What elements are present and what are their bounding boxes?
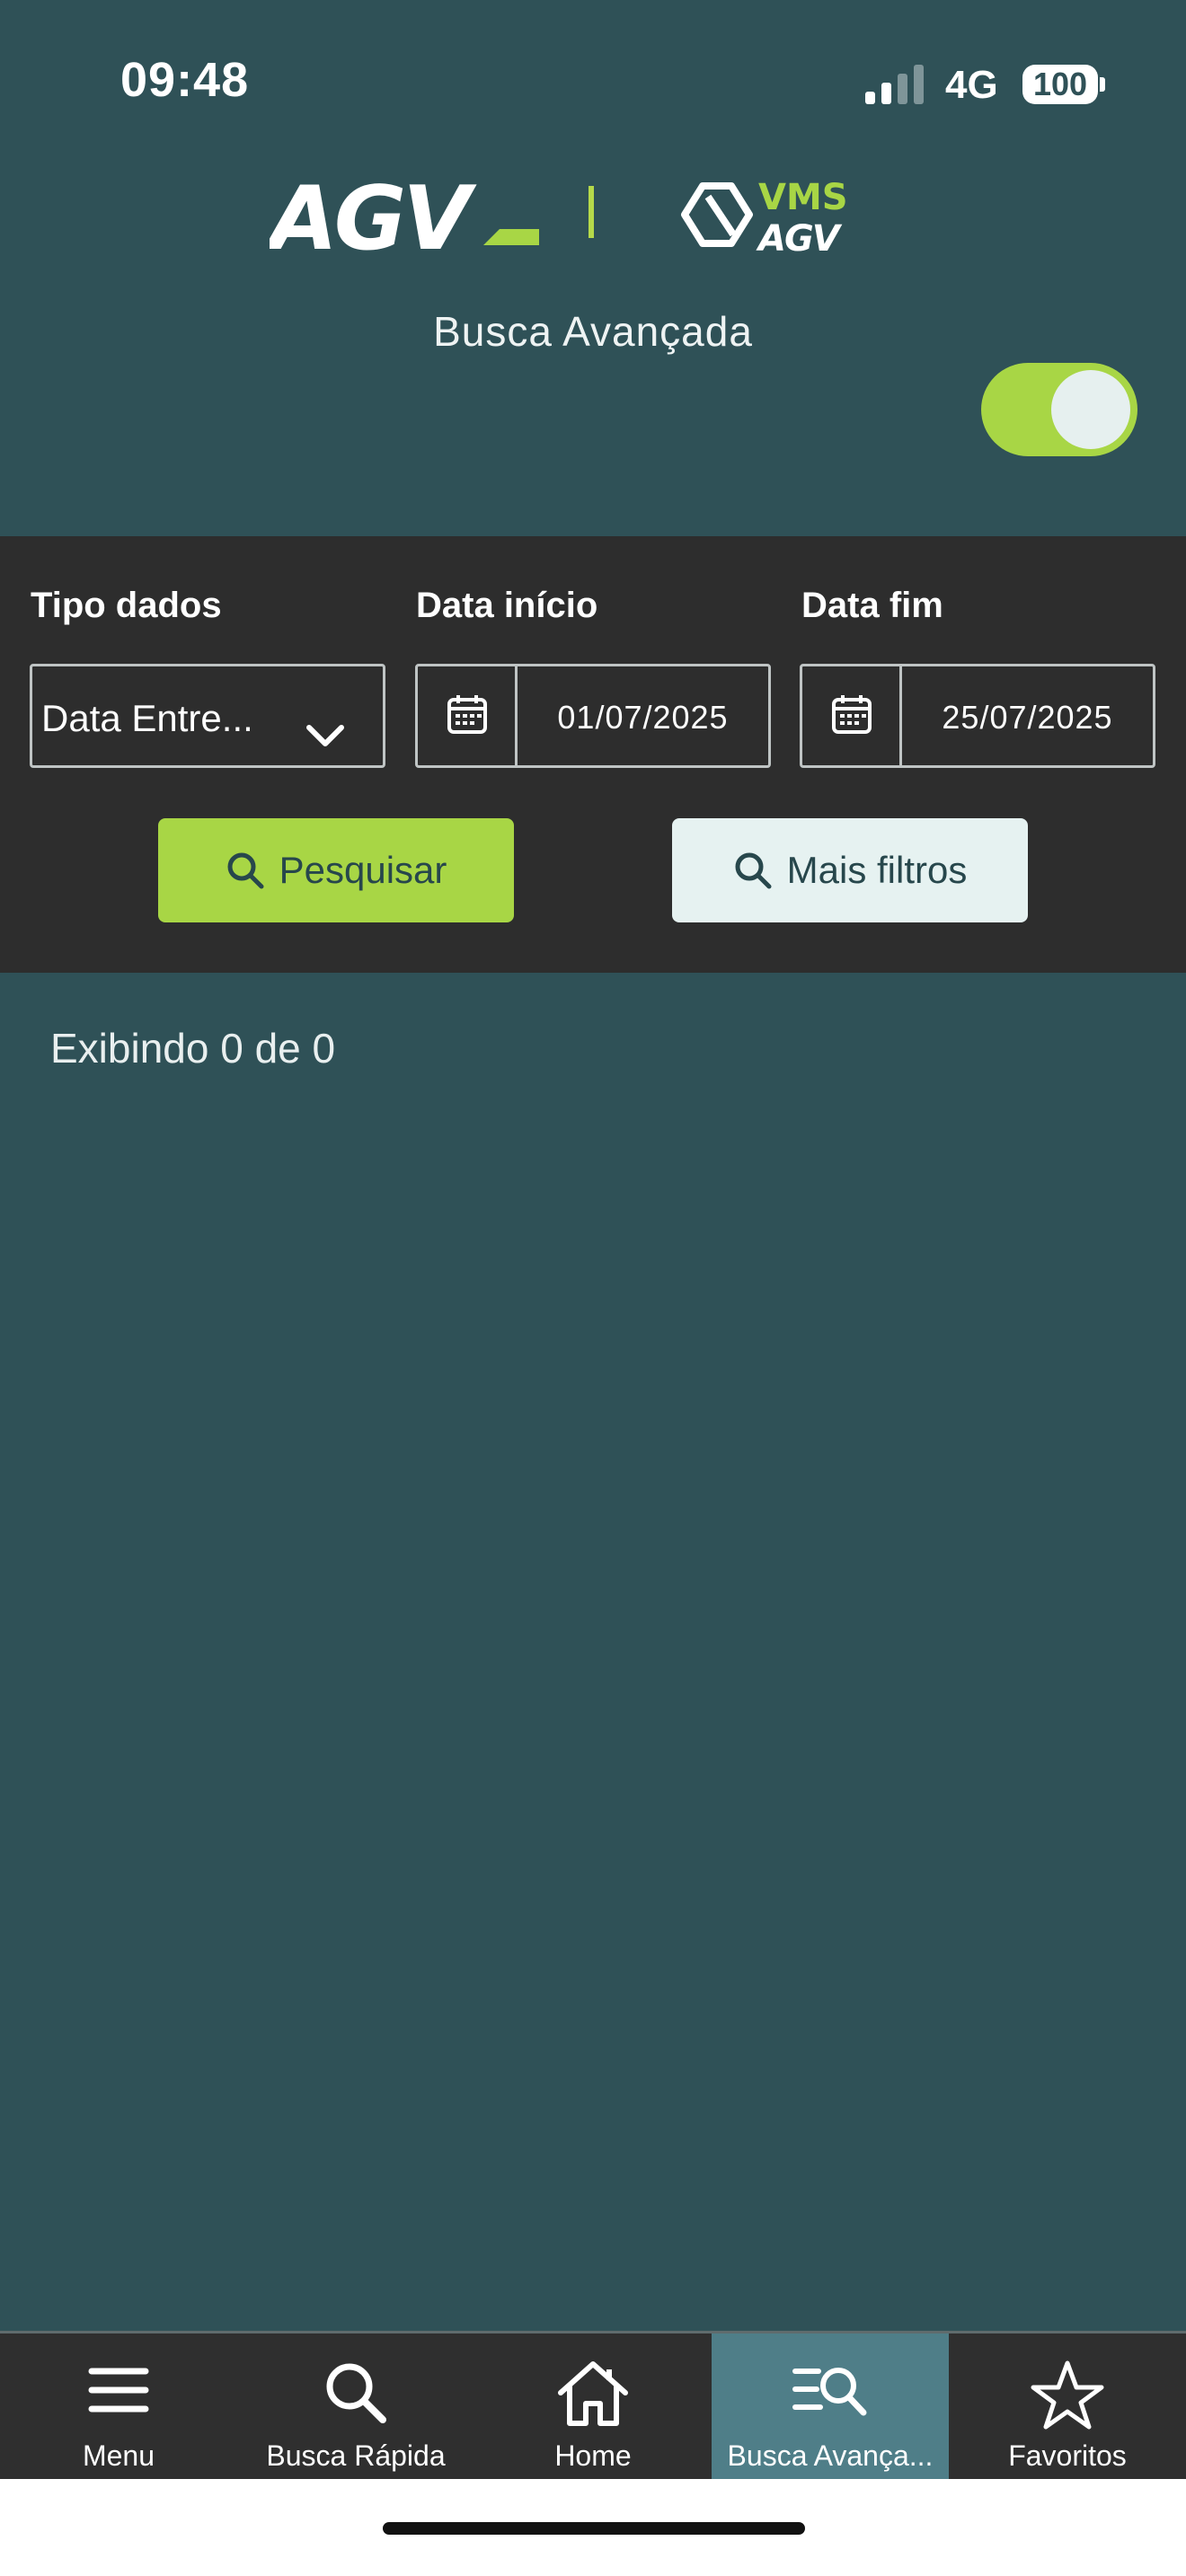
chevron-down-icon bbox=[306, 725, 344, 746]
data-type-value: Data Entre... bbox=[41, 697, 253, 739]
nav-item-home[interactable]: Home bbox=[474, 2333, 712, 2479]
vms-agv-logo: VMS AGV bbox=[676, 170, 882, 264]
type-label: Tipo dados bbox=[31, 586, 222, 625]
start-date-calendar-button[interactable] bbox=[418, 666, 518, 765]
hamburger-icon bbox=[88, 2368, 149, 2413]
nav-item-advanced-search[interactable]: Busca Avança... bbox=[712, 2333, 949, 2479]
search-button-label: Pesquisar bbox=[279, 849, 447, 891]
status-bar: 09:48 4G 100 bbox=[0, 0, 1186, 153]
end-date-field[interactable]: 25/07/2025 bbox=[800, 664, 1155, 768]
battery-icon: 100 bbox=[1022, 65, 1098, 104]
nav-item-menu[interactable]: Menu bbox=[0, 2333, 237, 2479]
home-indicator-area bbox=[0, 2479, 1186, 2576]
more-filters-button-label: Mais filtros bbox=[786, 849, 968, 891]
toggle-knob bbox=[1051, 370, 1130, 449]
brand-logos: AGV VMS AGV bbox=[0, 166, 1186, 270]
nav-label: Busca Avança... bbox=[727, 2439, 934, 2472]
search-button[interactable]: Pesquisar bbox=[158, 818, 514, 922]
agv-small-text: AGV bbox=[756, 218, 843, 260]
start-date-field[interactable]: 01/07/2025 bbox=[415, 664, 771, 768]
search-icon bbox=[227, 852, 264, 889]
page-title: Busca Avançada bbox=[433, 308, 753, 355]
calendar-icon bbox=[832, 695, 872, 734]
agv-logo: AGV bbox=[263, 168, 539, 270]
search-icon bbox=[326, 2363, 386, 2423]
end-date-calendar-button[interactable] bbox=[802, 666, 902, 765]
filter-panel: Tipo dados Data início Data fim Data Ent… bbox=[0, 536, 1186, 973]
end-date-label: Data fim bbox=[801, 586, 943, 625]
more-filters-button[interactable]: Mais filtros bbox=[672, 818, 1028, 922]
data-type-select[interactable]: Data Entre... bbox=[30, 664, 385, 768]
start-date-value: 01/07/2025 bbox=[557, 699, 729, 736]
end-date-value: 25/07/2025 bbox=[942, 699, 1113, 736]
star-icon bbox=[1031, 2360, 1104, 2430]
battery-tip bbox=[1100, 77, 1105, 92]
nav-item-quick-search[interactable]: Busca Rápida bbox=[237, 2333, 474, 2479]
status-time: 09:48 bbox=[120, 53, 250, 107]
nav-item-favorites[interactable]: Favoritos bbox=[949, 2333, 1186, 2479]
home-indicator[interactable] bbox=[383, 2522, 805, 2535]
nav-label: Home bbox=[554, 2439, 632, 2472]
nav-label: Favoritos bbox=[1008, 2439, 1127, 2472]
signal-strength-icon bbox=[865, 63, 925, 104]
nav-label: Menu bbox=[82, 2439, 155, 2472]
calendar-icon bbox=[447, 695, 487, 734]
start-date-label: Data início bbox=[416, 586, 598, 625]
network-type: 4G bbox=[945, 63, 998, 107]
advanced-search-toggle[interactable] bbox=[981, 363, 1137, 456]
vms-text: VMS bbox=[758, 177, 848, 218]
advanced-search-icon bbox=[792, 2368, 867, 2416]
agv-logo-text: AGV bbox=[270, 175, 477, 256]
logo-separator bbox=[589, 186, 594, 238]
home-icon bbox=[558, 2361, 628, 2426]
results-summary: Exibindo 0 de 0 bbox=[50, 1025, 336, 1072]
search-icon bbox=[735, 852, 772, 889]
nav-label: Busca Rápida bbox=[266, 2439, 446, 2472]
bottom-nav: Menu Busca Rápida Home Busca Avança... F… bbox=[0, 2331, 1186, 2479]
